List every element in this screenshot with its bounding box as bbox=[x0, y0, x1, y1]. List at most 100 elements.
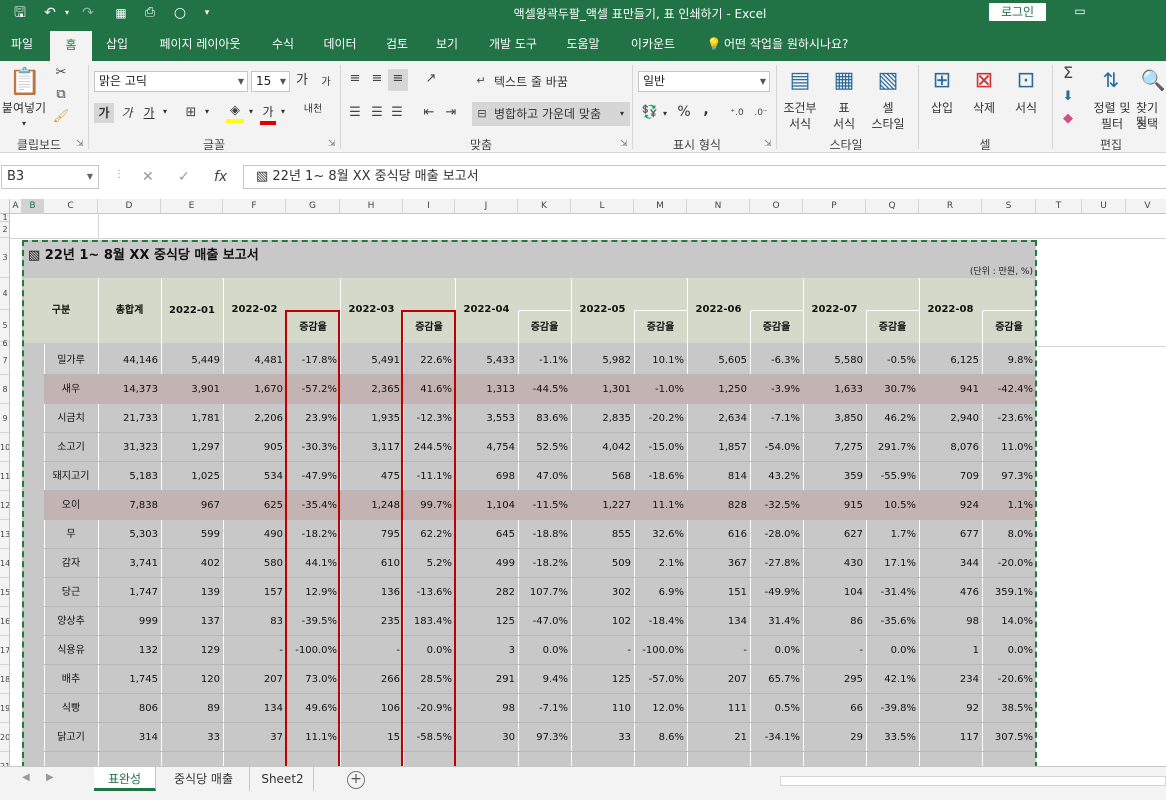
enter-icon[interactable]: ✓ bbox=[178, 169, 190, 185]
table-cell[interactable]: 4,754 bbox=[455, 433, 518, 462]
table-cell[interactable]: -12.3% bbox=[403, 404, 455, 433]
table-cell[interactable]: - bbox=[223, 636, 286, 665]
table-cell[interactable]: 490 bbox=[223, 520, 286, 549]
table-cell[interactable]: 5,605 bbox=[687, 346, 750, 375]
table-cell[interactable]: 32.6% bbox=[634, 520, 687, 549]
table-cell[interactable]: 1,935 bbox=[340, 404, 403, 433]
table-cell[interactable]: 3 bbox=[455, 636, 518, 665]
table-cell[interactable]: 97.3% bbox=[982, 462, 1036, 491]
comma-button[interactable]: , bbox=[700, 103, 712, 117]
table-cell[interactable]: -54.0% bbox=[750, 433, 803, 462]
row-header[interactable]: 7 bbox=[0, 346, 9, 375]
align-center-icon[interactable]: ☰ bbox=[368, 105, 386, 121]
table-cell[interactable]: -7.1% bbox=[750, 404, 803, 433]
paste-icon[interactable]: 📋 bbox=[8, 67, 42, 97]
table-cell[interactable]: 125 bbox=[455, 607, 518, 636]
row-header[interactable]: 12 bbox=[0, 491, 9, 520]
tab-file[interactable]: 파일 bbox=[0, 27, 44, 61]
table-cell[interactable]: -31.4% bbox=[866, 578, 919, 607]
table-cell[interactable]: 129 bbox=[161, 636, 223, 665]
table-cell[interactable]: 33.5% bbox=[866, 723, 919, 752]
table-cell[interactable]: 5,491 bbox=[340, 346, 403, 375]
table-cell[interactable]: 4,042 bbox=[571, 433, 634, 462]
table-cell[interactable]: 137 bbox=[161, 607, 223, 636]
print-preview-icon[interactable]: ⎙ bbox=[140, 4, 160, 22]
table-cell[interactable]: -39.5% bbox=[286, 607, 340, 636]
table-cell[interactable]: 30 bbox=[455, 723, 518, 752]
column-header-f[interactable]: F bbox=[223, 199, 286, 214]
worksheet-grid[interactable]: ▧ 22년 1~ 8월 XX 중식당 매출 보고서 (단위 : 만원, %) 구… bbox=[0, 214, 1166, 766]
table-cell[interactable]: 698 bbox=[455, 462, 518, 491]
table-cell[interactable]: 677 bbox=[919, 520, 982, 549]
table-cell[interactable]: 98 bbox=[455, 694, 518, 723]
touch-mode-icon[interactable]: ▦ bbox=[112, 4, 130, 22]
tab-data[interactable]: 데이터 bbox=[312, 27, 368, 61]
table-cell[interactable]: 402 bbox=[161, 549, 223, 578]
table-cell[interactable]: -11.1% bbox=[403, 462, 455, 491]
table-cell[interactable]: 44.1% bbox=[286, 549, 340, 578]
table-cell[interactable]: 117 bbox=[919, 723, 982, 752]
table-cell[interactable]: 10.5% bbox=[866, 491, 919, 520]
table-cell[interactable]: -0.5% bbox=[866, 346, 919, 375]
column-header-o[interactable]: O bbox=[750, 199, 803, 214]
table-cell[interactable]: -20.2% bbox=[634, 404, 687, 433]
table-cell[interactable]: 599 bbox=[161, 520, 223, 549]
table-cell[interactable]: 207 bbox=[223, 665, 286, 694]
table-cell[interactable]: -11.5% bbox=[518, 491, 571, 520]
table-cell[interactable]: 1,313 bbox=[455, 375, 518, 404]
shrink-font-button[interactable]: 가 bbox=[318, 76, 334, 90]
table-cell[interactable]: 709 bbox=[919, 462, 982, 491]
table-cell[interactable]: 102 bbox=[571, 607, 634, 636]
grow-font-button[interactable]: 가 bbox=[294, 74, 310, 88]
decrease-indent-icon[interactable]: ⇤ bbox=[420, 105, 438, 121]
table-cell[interactable]: 2,365 bbox=[340, 375, 403, 404]
table-cell-total[interactable]: 7,838 bbox=[98, 491, 161, 520]
row-header[interactable]: 11 bbox=[0, 462, 9, 491]
row-header[interactable]: 13 bbox=[0, 520, 9, 549]
cell-styles-button[interactable]: 셀 bbox=[866, 101, 910, 115]
bold-button[interactable]: 가 bbox=[94, 103, 114, 123]
scroll-left-icon[interactable]: ◀ bbox=[22, 772, 30, 783]
table-cell[interactable]: 941 bbox=[919, 375, 982, 404]
table-cell-total[interactable]: 5,183 bbox=[98, 462, 161, 491]
font-color-icon[interactable]: 가 bbox=[260, 103, 276, 125]
table-cell[interactable]: -20.6% bbox=[982, 665, 1036, 694]
table-cell[interactable]: 2,940 bbox=[919, 404, 982, 433]
table-cell[interactable]: 0.0% bbox=[982, 636, 1036, 665]
save-icon[interactable]: 🖫 bbox=[10, 4, 30, 22]
table-cell[interactable]: 1,227 bbox=[571, 491, 634, 520]
customize-icon[interactable]: ▾ bbox=[200, 4, 214, 22]
table-cell[interactable]: 110 bbox=[571, 694, 634, 723]
table-cell[interactable]: 307.5% bbox=[982, 723, 1036, 752]
row-header[interactable]: 3 bbox=[0, 238, 9, 278]
column-header-t[interactable]: T bbox=[1036, 199, 1082, 214]
table-row-label[interactable]: 식용유 bbox=[44, 636, 98, 665]
table-row-label[interactable]: 돼지고기 bbox=[44, 462, 98, 491]
table-cell[interactable]: 83 bbox=[223, 607, 286, 636]
find-select-button-line2[interactable]: 선택 bbox=[1136, 117, 1166, 131]
column-header-d[interactable]: D bbox=[98, 199, 161, 214]
table-cell[interactable]: -35.6% bbox=[866, 607, 919, 636]
table-cell-total[interactable]: 31,323 bbox=[98, 433, 161, 462]
table-cell[interactable]: 5,580 bbox=[803, 346, 866, 375]
undo-icon[interactable]: ↶ bbox=[40, 4, 60, 22]
font-name-combo[interactable]: 맑은 고딕 ▼ bbox=[94, 71, 248, 92]
table-cell[interactable]: -18.4% bbox=[634, 607, 687, 636]
borders-dropdown-icon[interactable]: ▾ bbox=[202, 105, 212, 119]
table-cell[interactable]: 29 bbox=[803, 723, 866, 752]
insert-cells-icon[interactable]: ⊞ bbox=[928, 67, 956, 95]
table-cell[interactable]: -100.0% bbox=[634, 636, 687, 665]
tell-me-search[interactable]: 어떤 작업을 원하시나요? bbox=[724, 27, 860, 61]
table-cell[interactable]: 3,850 bbox=[803, 404, 866, 433]
table-row-label[interactable]: 식빵 bbox=[44, 694, 98, 723]
column-header-k[interactable]: K bbox=[518, 199, 571, 214]
orientation-icon[interactable]: ↗ bbox=[420, 71, 442, 87]
table-cell[interactable]: 6,125 bbox=[919, 346, 982, 375]
table-cell[interactable]: -15.0% bbox=[634, 433, 687, 462]
scroll-right-icon[interactable]: ▶ bbox=[46, 772, 54, 783]
table-cell[interactable]: -18.6% bbox=[634, 462, 687, 491]
wrap-text-button[interactable]: 텍스트 줄 바꿈 bbox=[494, 75, 584, 89]
number-format-combo[interactable]: 일반 ▼ bbox=[638, 71, 770, 92]
table-cell[interactable]: 7,275 bbox=[803, 433, 866, 462]
table-cell[interactable]: -7.1% bbox=[518, 694, 571, 723]
